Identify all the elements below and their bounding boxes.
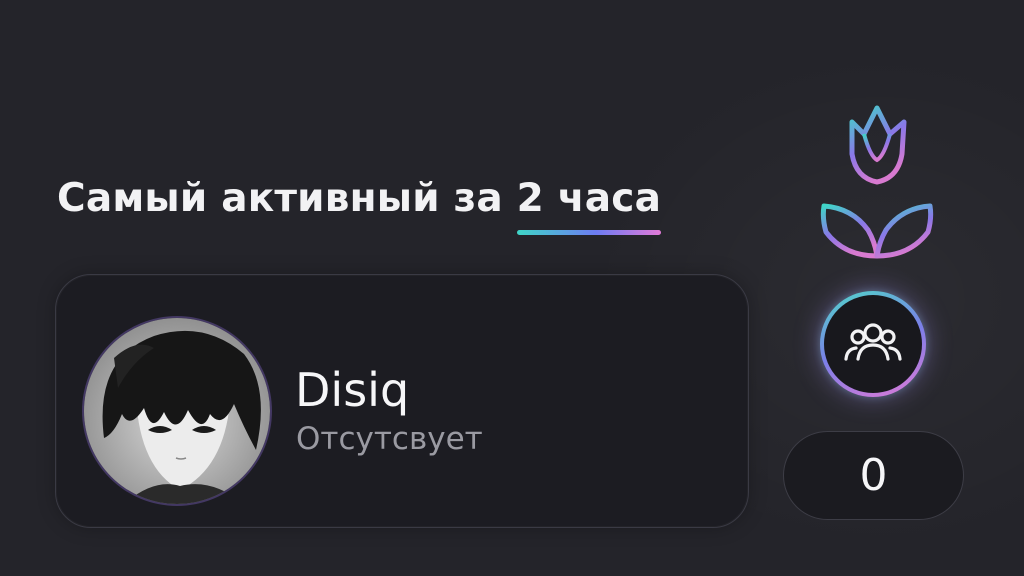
title-prefix: Самый активный за [57,176,517,221]
username: Disiq [295,363,410,417]
members-button[interactable] [820,291,926,397]
member-count: 0 [783,431,964,520]
member-count-value: 0 [859,450,888,501]
flower-icon [800,100,950,285]
page-title: Самый активный за 2 часа [57,176,662,235]
avatar[interactable] [84,318,270,504]
users-group-icon [844,323,902,361]
title-accent: 2 часа [516,176,662,235]
user-card[interactable]: Disiq Отсутсвует [55,274,749,528]
title-accent-text: 2 часа [516,176,662,221]
user-status: Отсутсвует [296,421,483,457]
title-underline [516,230,662,235]
